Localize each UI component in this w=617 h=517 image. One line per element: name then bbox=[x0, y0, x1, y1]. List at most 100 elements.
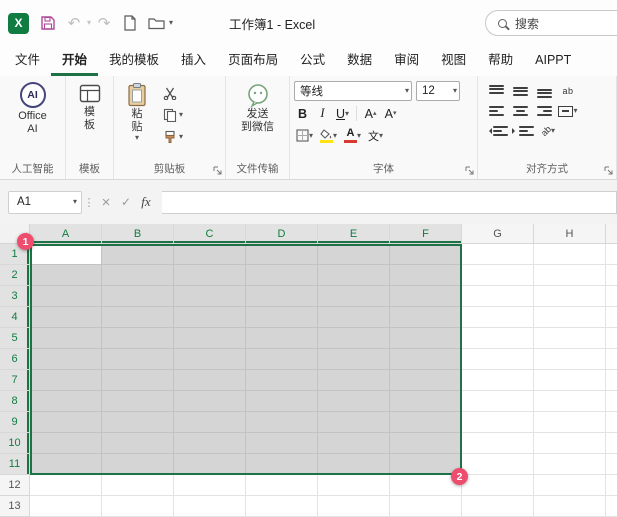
cell-C8[interactable] bbox=[174, 391, 246, 412]
row-header-9[interactable]: 9 bbox=[0, 412, 30, 433]
cell-C5[interactable] bbox=[174, 328, 246, 349]
row-header-13[interactable]: 13 bbox=[0, 496, 30, 517]
merge-center-button[interactable] bbox=[558, 102, 578, 120]
excel-app-icon[interactable] bbox=[8, 12, 29, 34]
align-right-button[interactable] bbox=[534, 102, 554, 120]
ribbon-tab-10[interactable]: AIPPT bbox=[524, 46, 582, 76]
phonetic-guide-button[interactable]: 文 bbox=[366, 126, 385, 145]
cell-E5[interactable] bbox=[318, 328, 390, 349]
cell-G3[interactable] bbox=[462, 286, 534, 307]
cell-E13[interactable] bbox=[318, 496, 390, 517]
paste-button[interactable]: 粘 贴 bbox=[122, 79, 152, 162]
cell-H10[interactable] bbox=[534, 433, 606, 454]
cell-G4[interactable] bbox=[462, 307, 534, 328]
cell-A13[interactable] bbox=[30, 496, 102, 517]
borders-button[interactable] bbox=[294, 126, 315, 145]
row-header-5[interactable]: 5 bbox=[0, 328, 30, 349]
cell-F7[interactable] bbox=[390, 370, 462, 391]
enter-icon[interactable] bbox=[116, 191, 136, 213]
ribbon-tab-2[interactable]: 我的模板 bbox=[98, 46, 170, 76]
cell-G1[interactable] bbox=[462, 244, 534, 265]
cell-B10[interactable] bbox=[102, 433, 174, 454]
cell-G11[interactable] bbox=[462, 454, 534, 475]
cell-E7[interactable] bbox=[318, 370, 390, 391]
cancel-icon[interactable] bbox=[96, 191, 116, 213]
cell-H1[interactable] bbox=[534, 244, 606, 265]
cell-G9[interactable] bbox=[462, 412, 534, 433]
cell-E2[interactable] bbox=[318, 265, 390, 286]
decrease-indent-button[interactable] bbox=[486, 122, 508, 140]
cell-E11[interactable] bbox=[318, 454, 390, 475]
column-header-A[interactable]: A bbox=[30, 224, 102, 244]
cell-A9[interactable] bbox=[30, 412, 102, 433]
cell-D5[interactable] bbox=[246, 328, 318, 349]
cell-C1[interactable] bbox=[174, 244, 246, 265]
fill-color-button[interactable] bbox=[318, 126, 339, 145]
clipboard-dialog-launcher[interactable] bbox=[212, 165, 223, 176]
cell-C12[interactable] bbox=[174, 475, 246, 496]
cell-B8[interactable] bbox=[102, 391, 174, 412]
formula-input[interactable] bbox=[162, 190, 617, 214]
align-top-button[interactable] bbox=[486, 82, 506, 100]
ribbon-tab-6[interactable]: 数据 bbox=[336, 46, 383, 76]
format-painter-button[interactable] bbox=[160, 127, 186, 146]
row-header-3[interactable]: 3 bbox=[0, 286, 30, 307]
cell-F8[interactable] bbox=[390, 391, 462, 412]
name-box[interactable]: A1 bbox=[8, 190, 82, 214]
cell-D1[interactable] bbox=[246, 244, 318, 265]
cell-C2[interactable] bbox=[174, 265, 246, 286]
cell-B9[interactable] bbox=[102, 412, 174, 433]
formula-bar-handle-icon[interactable] bbox=[82, 195, 96, 209]
cell-D9[interactable] bbox=[246, 412, 318, 433]
undo-dropdown-icon[interactable] bbox=[87, 19, 91, 27]
cell-E6[interactable] bbox=[318, 349, 390, 370]
row-header-12[interactable]: 12 bbox=[0, 475, 30, 496]
cell-G13[interactable] bbox=[462, 496, 534, 517]
cell-A6[interactable] bbox=[30, 349, 102, 370]
cell-H6[interactable] bbox=[534, 349, 606, 370]
cell-H4[interactable] bbox=[534, 307, 606, 328]
alignment-dialog-launcher[interactable] bbox=[603, 165, 614, 176]
increase-indent-button[interactable] bbox=[512, 122, 534, 140]
cell-G10[interactable] bbox=[462, 433, 534, 454]
cell-E10[interactable] bbox=[318, 433, 390, 454]
font-size-combo[interactable]: 12 bbox=[416, 81, 460, 101]
cell-G6[interactable] bbox=[462, 349, 534, 370]
send-to-wechat-button[interactable]: 发送 到微信 bbox=[237, 79, 278, 162]
align-bottom-button[interactable] bbox=[534, 82, 554, 100]
cell-E3[interactable] bbox=[318, 286, 390, 307]
save-icon[interactable] bbox=[37, 12, 59, 34]
font-name-combo[interactable]: 等线 bbox=[294, 81, 412, 101]
font-color-button[interactable]: A bbox=[342, 126, 363, 145]
cell-F1[interactable] bbox=[390, 244, 462, 265]
cell-B5[interactable] bbox=[102, 328, 174, 349]
cell-C7[interactable] bbox=[174, 370, 246, 391]
cell-H12[interactable] bbox=[534, 475, 606, 496]
cell-F4[interactable] bbox=[390, 307, 462, 328]
column-header-F[interactable]: F bbox=[390, 224, 462, 244]
cell-A10[interactable] bbox=[30, 433, 102, 454]
cell-C13[interactable] bbox=[174, 496, 246, 517]
cell-B12[interactable] bbox=[102, 475, 174, 496]
quick-access-customize-icon[interactable] bbox=[169, 19, 173, 27]
template-button[interactable]: 模 板 bbox=[74, 79, 106, 162]
ribbon-tab-8[interactable]: 视图 bbox=[430, 46, 477, 76]
cell-B2[interactable] bbox=[102, 265, 174, 286]
cell-B7[interactable] bbox=[102, 370, 174, 391]
ribbon-tab-1[interactable]: 开始 bbox=[51, 46, 98, 76]
cell-D3[interactable] bbox=[246, 286, 318, 307]
align-center-button[interactable] bbox=[510, 102, 530, 120]
cell-E4[interactable] bbox=[318, 307, 390, 328]
cell-A5[interactable] bbox=[30, 328, 102, 349]
cell-G12[interactable] bbox=[462, 475, 534, 496]
ribbon-tab-0[interactable]: 文件 bbox=[4, 46, 51, 76]
cell-H9[interactable] bbox=[534, 412, 606, 433]
cell-H13[interactable] bbox=[534, 496, 606, 517]
align-left-button[interactable] bbox=[486, 102, 506, 120]
cell-A1[interactable] bbox=[30, 244, 102, 265]
cell-B13[interactable] bbox=[102, 496, 174, 517]
cell-D10[interactable] bbox=[246, 433, 318, 454]
cut-button[interactable] bbox=[160, 83, 186, 102]
cell-H7[interactable] bbox=[534, 370, 606, 391]
row-header-10[interactable]: 10 bbox=[0, 433, 30, 454]
